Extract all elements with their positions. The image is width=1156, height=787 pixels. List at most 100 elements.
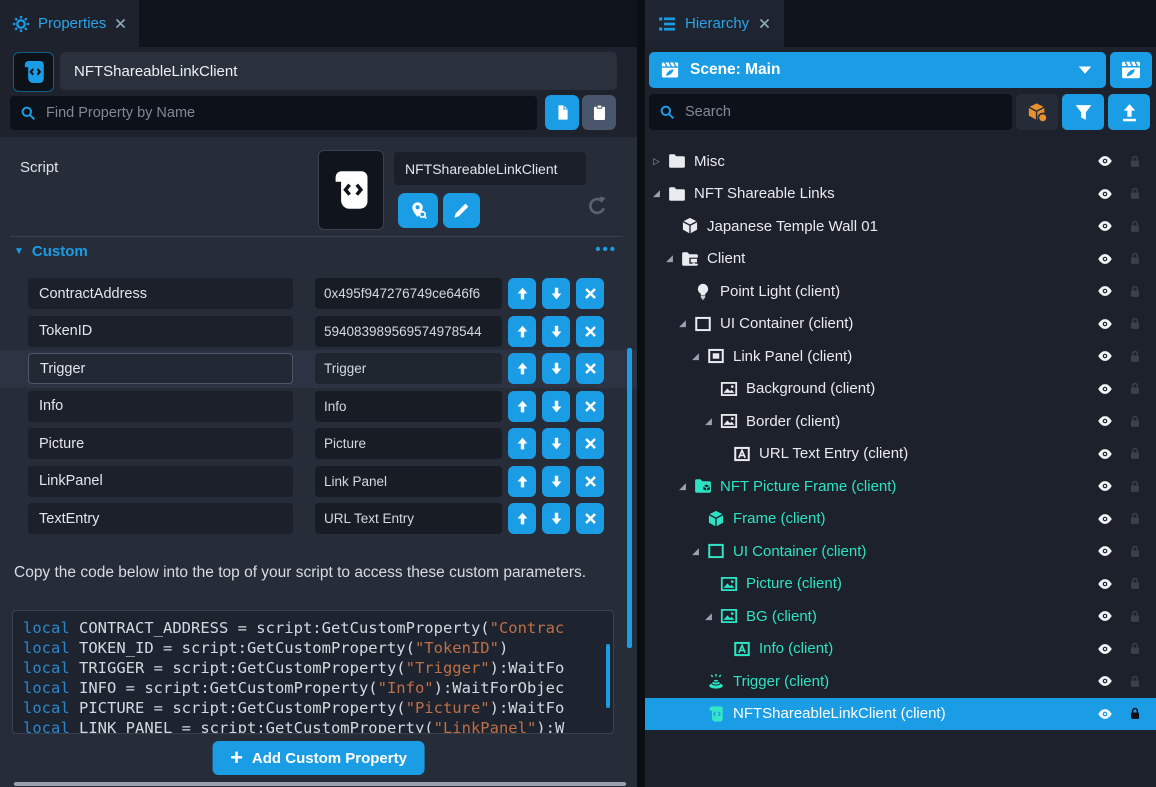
eye-icon[interactable]	[1095, 316, 1115, 332]
expand-arrow-icon[interactable]: ◢	[679, 319, 694, 328]
lock-icon[interactable]	[1128, 446, 1142, 461]
property-name-field[interactable]: Trigger	[28, 353, 293, 384]
delete-property-button[interactable]	[576, 466, 604, 497]
move-up-button[interactable]	[508, 278, 536, 309]
expand-arrow-icon[interactable]: ◢	[679, 482, 694, 491]
lock-icon[interactable]	[1128, 641, 1142, 656]
expand-arrow-icon[interactable]: ◢	[692, 547, 707, 556]
move-down-button[interactable]	[542, 353, 570, 384]
eye-icon[interactable]	[1095, 413, 1115, 429]
lock-icon[interactable]	[1128, 219, 1142, 234]
upload-button[interactable]	[1108, 94, 1150, 130]
expand-arrow-icon[interactable]: ◢	[705, 612, 720, 621]
panel-divider[interactable]	[637, 0, 645, 787]
property-value-field[interactable]: 0x495f947276749ce646f6	[315, 278, 502, 309]
tree-item[interactable]: ◢UI Container (client)	[645, 535, 1156, 568]
tree-item[interactable]: Point Light (client)	[645, 275, 1156, 308]
tree-item[interactable]: ▷Misc	[645, 145, 1156, 178]
lock-icon[interactable]	[1128, 609, 1142, 624]
tree-item[interactable]: ◢Client	[645, 243, 1156, 276]
tree-item[interactable]: Picture (client)	[645, 568, 1156, 601]
tree-item[interactable]: Japanese Temple Wall 01	[645, 210, 1156, 243]
eye-icon[interactable]	[1095, 608, 1115, 624]
lock-icon[interactable]	[1128, 674, 1142, 689]
code-snippet-block[interactable]: local CONTRACT_ADDRESS = script:GetCusto…	[12, 610, 614, 734]
eye-icon[interactable]	[1095, 283, 1115, 299]
property-name-field[interactable]: TextEntry	[28, 503, 293, 534]
move-up-button[interactable]	[508, 316, 536, 347]
eye-icon[interactable]	[1095, 218, 1115, 234]
eye-icon[interactable]	[1095, 446, 1115, 462]
property-value-field[interactable]: 594083989569574978544	[315, 316, 502, 347]
close-tab-icon[interactable]	[114, 17, 127, 30]
tab-properties[interactable]: Properties	[0, 0, 139, 47]
delete-property-button[interactable]	[576, 428, 604, 459]
move-up-button[interactable]	[508, 353, 536, 384]
property-value-field[interactable]: Link Panel	[315, 466, 502, 497]
property-value-field[interactable]: Picture	[315, 428, 502, 459]
move-up-button[interactable]	[508, 391, 536, 422]
horizontal-scrollbar[interactable]	[14, 782, 626, 786]
lock-icon[interactable]	[1128, 251, 1142, 266]
delete-property-button[interactable]	[576, 316, 604, 347]
section-menu-icon[interactable]: •••	[595, 241, 617, 258]
eye-icon[interactable]	[1095, 381, 1115, 397]
eye-icon[interactable]	[1095, 348, 1115, 364]
edit-script-button[interactable]	[443, 193, 480, 228]
lock-icon[interactable]	[1128, 414, 1142, 429]
move-down-button[interactable]	[542, 316, 570, 347]
expand-arrow-icon[interactable]: ▷	[653, 157, 668, 166]
tree-item[interactable]: Info (client)	[645, 633, 1156, 666]
expand-arrow-icon[interactable]: ◢	[666, 254, 681, 263]
tree-item[interactable]: Trigger (client)	[645, 665, 1156, 698]
scene-manager-button[interactable]	[1110, 52, 1152, 88]
expand-arrow-icon[interactable]: ◢	[692, 352, 707, 361]
tree-item[interactable]: Frame (client)	[645, 503, 1156, 536]
tree-item[interactable]: ◢Link Panel (client)	[645, 340, 1156, 373]
tree-item[interactable]: Background (client)	[645, 373, 1156, 406]
property-name-field[interactable]: Picture	[28, 428, 293, 459]
lock-icon[interactable]	[1128, 284, 1142, 299]
eye-icon[interactable]	[1095, 543, 1115, 559]
lock-icon[interactable]	[1128, 349, 1142, 364]
scene-selector[interactable]: Scene: Main	[649, 52, 1106, 88]
lock-icon[interactable]	[1128, 576, 1142, 591]
lock-icon[interactable]	[1128, 381, 1142, 396]
move-up-button[interactable]	[508, 428, 536, 459]
delete-property-button[interactable]	[576, 503, 604, 534]
properties-scrollbar[interactable]	[627, 348, 632, 648]
eye-icon[interactable]	[1095, 251, 1115, 267]
add-custom-property-button[interactable]: + Add Custom Property	[212, 741, 425, 775]
eye-icon[interactable]	[1095, 153, 1115, 169]
tab-hierarchy[interactable]: Hierarchy	[645, 0, 784, 47]
property-value-field[interactable]: URL Text Entry	[315, 503, 502, 534]
property-name-field[interactable]: TokenID	[28, 316, 293, 347]
paste-properties-button[interactable]	[582, 95, 616, 130]
move-down-button[interactable]	[542, 466, 570, 497]
property-value-field[interactable]: Trigger	[315, 353, 502, 384]
property-name-field[interactable]: LinkPanel	[28, 466, 293, 497]
script-asset-thumbnail[interactable]	[318, 150, 384, 230]
custom-section-header[interactable]: ▼ Custom	[14, 243, 88, 260]
lock-icon[interactable]	[1128, 154, 1142, 169]
reset-icon[interactable]	[586, 195, 608, 217]
move-up-button[interactable]	[508, 503, 536, 534]
expand-arrow-icon[interactable]: ◢	[705, 417, 720, 426]
collapse-caret-icon[interactable]: ▼	[14, 246, 24, 257]
move-down-button[interactable]	[542, 428, 570, 459]
move-down-button[interactable]	[542, 503, 570, 534]
tree-item[interactable]: NFTShareableLinkClient (client)	[645, 698, 1156, 731]
tree-item[interactable]: ◢NFT Picture Frame (client)	[645, 470, 1156, 503]
property-value-field[interactable]: Info	[315, 391, 502, 422]
lock-icon[interactable]	[1128, 706, 1142, 721]
filter-button[interactable]	[1062, 94, 1104, 130]
eye-icon[interactable]	[1095, 576, 1115, 592]
eye-icon[interactable]	[1095, 706, 1115, 722]
lock-icon[interactable]	[1128, 511, 1142, 526]
close-tab-icon[interactable]	[758, 17, 771, 30]
script-asset-name[interactable]: NFTShareableLinkClient	[394, 152, 586, 185]
delete-property-button[interactable]	[576, 278, 604, 309]
lock-icon[interactable]	[1128, 544, 1142, 559]
delete-property-button[interactable]	[576, 353, 604, 384]
find-property-input[interactable]	[44, 104, 527, 122]
